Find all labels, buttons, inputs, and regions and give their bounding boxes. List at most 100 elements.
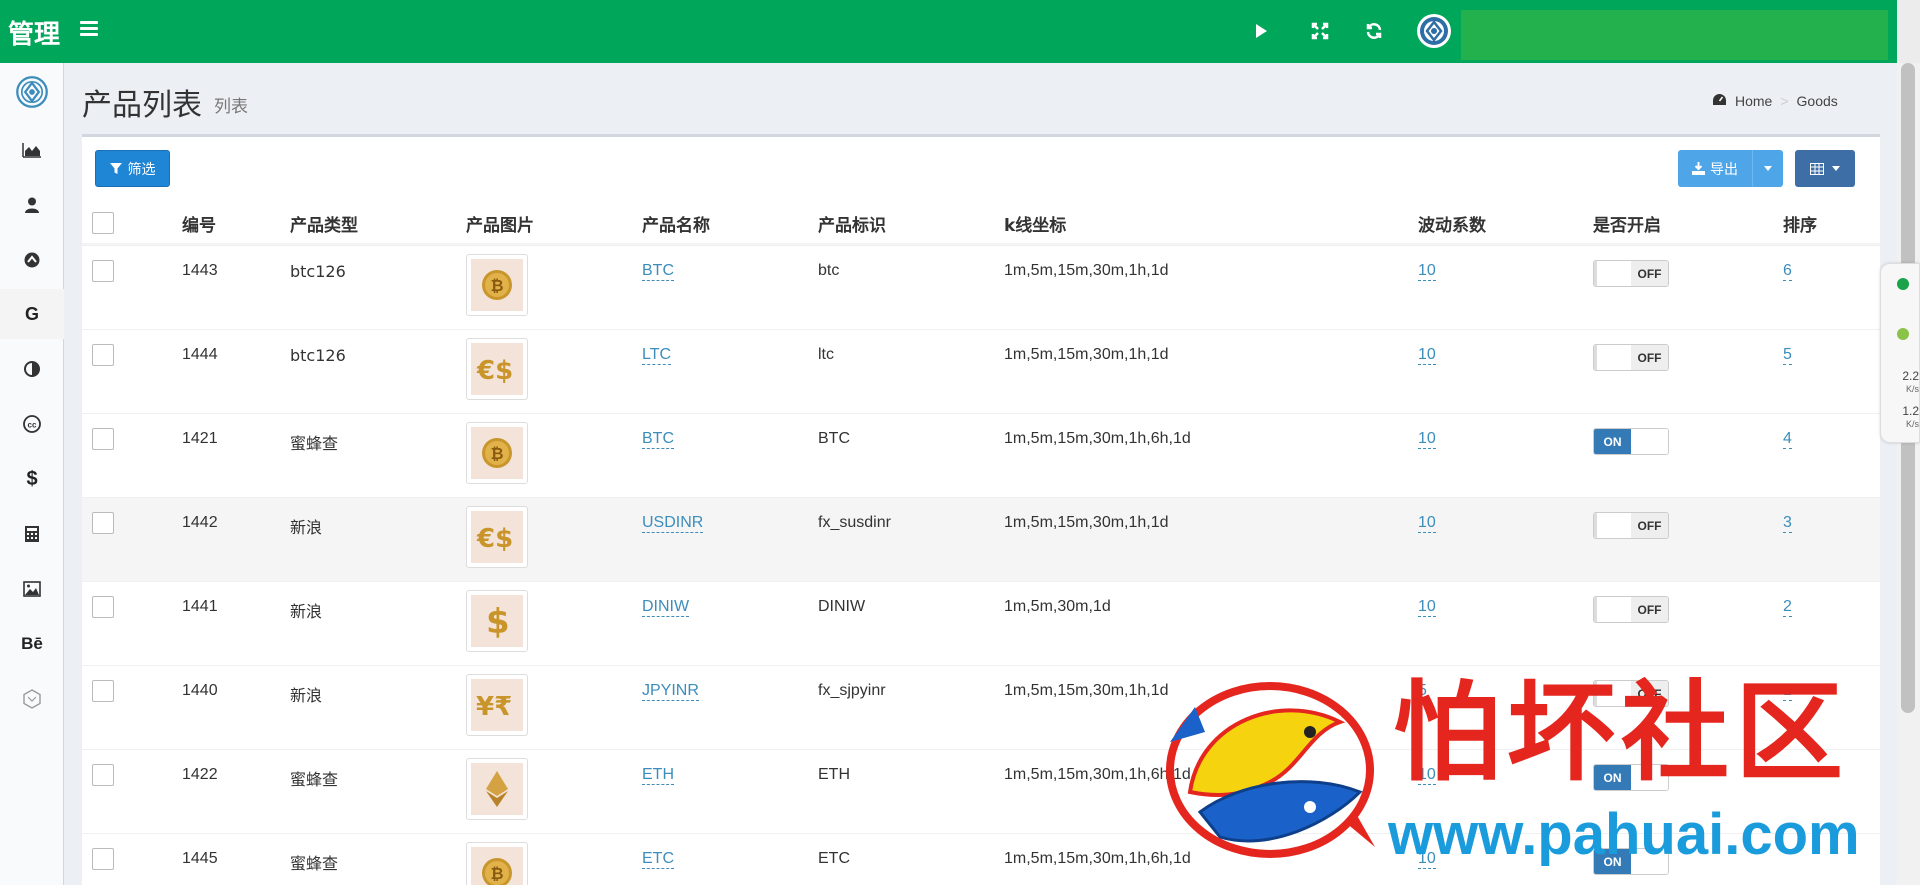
product-name-link[interactable]: ETH bbox=[642, 766, 674, 785]
product-image[interactable]: ₿ bbox=[466, 842, 528, 885]
cell-code: fx_susdinr bbox=[818, 514, 891, 531]
row-checkbox[interactable] bbox=[92, 512, 114, 534]
user-icon[interactable] bbox=[0, 180, 64, 230]
coefficient-link[interactable]: 10 bbox=[1418, 262, 1436, 281]
user-menu[interactable] bbox=[1461, 10, 1888, 60]
coefficient-link[interactable]: 10 bbox=[1418, 598, 1436, 617]
google-icon[interactable]: G bbox=[0, 289, 64, 339]
behance-icon[interactable]: Bē bbox=[0, 619, 64, 669]
column-header-name[interactable]: 产品名称 bbox=[642, 211, 710, 236]
cell-code: BTC bbox=[818, 430, 850, 447]
product-name-link[interactable]: BTC bbox=[642, 430, 674, 449]
column-header-enabled[interactable]: 是否开启 bbox=[1593, 211, 1661, 236]
product-name-link[interactable]: ETC bbox=[642, 850, 674, 869]
sort-link[interactable]: 5 bbox=[1783, 346, 1792, 365]
product-image[interactable]: $ bbox=[466, 590, 528, 652]
cc-icon[interactable]: cc bbox=[0, 399, 64, 449]
product-image[interactable]: ₿ bbox=[466, 422, 528, 484]
columns-toggle-button[interactable] bbox=[1795, 150, 1855, 187]
filter-button[interactable]: 筛选 bbox=[95, 150, 170, 187]
sort-link[interactable]: 3 bbox=[1783, 514, 1792, 533]
refresh-icon[interactable] bbox=[1362, 19, 1386, 43]
upload-speed: 2.2 bbox=[1902, 369, 1919, 383]
row-checkbox[interactable] bbox=[92, 344, 114, 366]
table-row[interactable]: 1444 btc126 €$ LTC ltc 1m,5m,15m,30m,1h,1d 10 O… bbox=[82, 329, 1880, 413]
coefficient-link[interactable]: 10 bbox=[1418, 346, 1436, 365]
product-image[interactable]: ¥₹ bbox=[466, 674, 528, 736]
product-name-link[interactable]: DINIW bbox=[642, 598, 690, 617]
export-button[interactable]: 导出 bbox=[1678, 150, 1752, 187]
table-row[interactable]: 1421 蜜蜂查 ₿ BTC BTC 1m,5m,15m,30m,1h,6h,1d 10 ON… bbox=[82, 413, 1880, 497]
column-header-kline[interactable]: k线坐标 bbox=[1004, 211, 1066, 236]
enabled-toggle[interactable]: ON bbox=[1593, 428, 1669, 455]
column-header-image[interactable]: 产品图片 bbox=[466, 211, 534, 236]
chevron-down-icon bbox=[1764, 166, 1772, 171]
product-name-link[interactable]: LTC bbox=[642, 346, 672, 365]
column-header-coefficient[interactable]: 波动系数 bbox=[1418, 211, 1486, 236]
product-image[interactable]: €$ bbox=[466, 506, 528, 568]
adjust-icon[interactable] bbox=[0, 344, 64, 394]
cell-id: 1421 bbox=[182, 430, 218, 447]
cell-kline: 1m,5m,15m,30m,1h,1d bbox=[1004, 262, 1169, 279]
dollar-icon[interactable]: $ bbox=[0, 454, 64, 504]
sort-link[interactable]: 2 bbox=[1783, 598, 1792, 617]
column-header-sort[interactable]: 排序 bbox=[1783, 211, 1817, 236]
enabled-toggle[interactable]: OFF bbox=[1593, 344, 1669, 371]
status-dot-icon bbox=[1897, 328, 1909, 340]
enabled-toggle[interactable]: OFF bbox=[1593, 596, 1669, 623]
toggle-off-label: OFF bbox=[1631, 261, 1668, 286]
row-checkbox[interactable] bbox=[92, 848, 114, 870]
svg-text:€$: €$ bbox=[476, 524, 513, 554]
brand-logo[interactable]: 管理 bbox=[8, 14, 60, 51]
cell-id: 1445 bbox=[182, 850, 218, 867]
cell-kline: 1m,5m,15m,30m,1h,1d bbox=[1004, 514, 1169, 531]
area-chart-icon[interactable] bbox=[0, 125, 64, 175]
product-name-link[interactable]: JPYINR bbox=[642, 682, 699, 701]
logo-icon[interactable] bbox=[0, 67, 64, 117]
cell-id: 1444 bbox=[182, 346, 218, 363]
enabled-toggle[interactable]: OFF bbox=[1593, 512, 1669, 539]
status-dot-icon bbox=[1897, 278, 1909, 290]
hexagon-icon[interactable] bbox=[0, 674, 64, 724]
table-row[interactable]: 1441 新浪 $ DINIW DINIW 1m,5m,30m,1d 10 OFF 2 bbox=[82, 581, 1880, 665]
sidebar-toggle-icon[interactable] bbox=[80, 21, 98, 39]
expand-icon[interactable] bbox=[1308, 19, 1332, 43]
column-header-code[interactable]: 产品标识 bbox=[818, 211, 886, 236]
product-name-link[interactable]: BTC bbox=[642, 262, 674, 281]
product-name-link[interactable]: USDINR bbox=[642, 514, 704, 533]
select-all-checkbox[interactable] bbox=[92, 212, 114, 234]
row-checkbox[interactable] bbox=[92, 428, 114, 450]
sort-link[interactable]: 4 bbox=[1783, 430, 1792, 449]
export-dropdown-button[interactable] bbox=[1752, 150, 1783, 187]
cell-code: ltc bbox=[818, 346, 834, 363]
enabled-toggle[interactable]: OFF bbox=[1593, 260, 1669, 287]
row-checkbox[interactable] bbox=[92, 596, 114, 618]
filter-icon bbox=[109, 162, 122, 174]
row-checkbox[interactable] bbox=[92, 764, 114, 786]
play-icon[interactable] bbox=[1249, 19, 1273, 43]
ethereum-icon bbox=[471, 763, 523, 815]
arrow-up-circle-icon[interactable] bbox=[0, 235, 64, 285]
avatar[interactable] bbox=[1417, 14, 1451, 48]
column-header-type[interactable]: 产品类型 bbox=[290, 211, 358, 236]
network-speed-widget[interactable]: 2.2 K/s 1.2 K/s bbox=[1880, 263, 1920, 443]
sort-link[interactable]: 6 bbox=[1783, 262, 1792, 281]
product-image[interactable]: €$ bbox=[466, 338, 528, 400]
svg-text:¥₹: ¥₹ bbox=[476, 692, 512, 722]
breadcrumb-home[interactable]: Home bbox=[1735, 93, 1772, 109]
sidebar: G cc $ Bē bbox=[0, 63, 64, 885]
row-checkbox[interactable] bbox=[92, 260, 114, 282]
image-icon[interactable] bbox=[0, 564, 64, 614]
row-checkbox[interactable] bbox=[92, 680, 114, 702]
breadcrumb-separator: > bbox=[1780, 93, 1789, 109]
calculator-icon[interactable] bbox=[0, 509, 64, 559]
cell-id: 1442 bbox=[182, 514, 218, 531]
coefficient-link[interactable]: 10 bbox=[1418, 430, 1436, 449]
coefficient-link[interactable]: 10 bbox=[1418, 514, 1436, 533]
product-image[interactable]: ₿ bbox=[466, 254, 528, 316]
table-row[interactable]: 1443 btc126 ₿ BTC btc 1m,5m,15m,30m,1h,1d 10 OF… bbox=[82, 245, 1880, 329]
table-row[interactable]: 1442 新浪 €$ USDINR fx_susdinr 1m,5m,15m,30m,1h… bbox=[82, 497, 1880, 581]
breadcrumb-goods[interactable]: Goods bbox=[1797, 93, 1838, 109]
column-header-id[interactable]: 编号 bbox=[182, 211, 216, 236]
product-image[interactable] bbox=[466, 758, 528, 820]
